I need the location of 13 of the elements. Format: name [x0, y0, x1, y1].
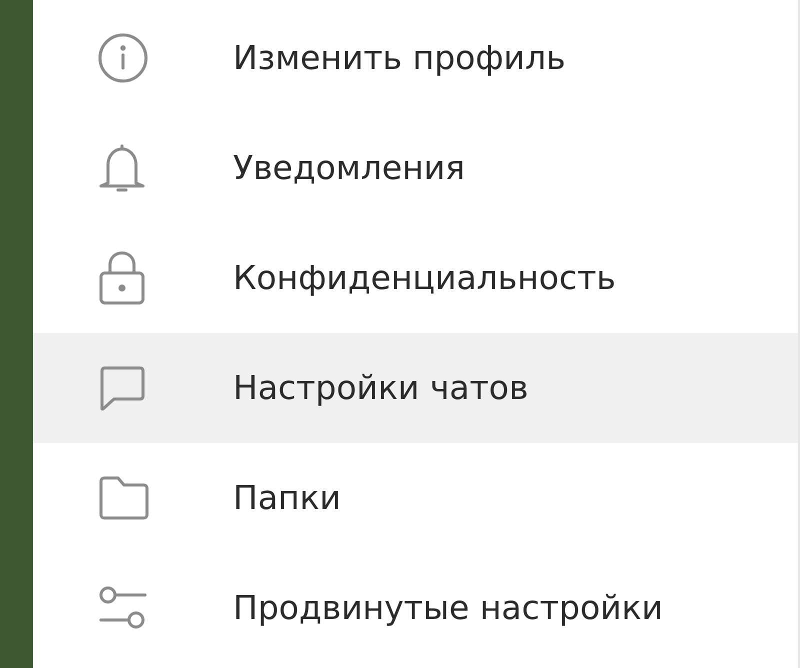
menu-item-label: Уведомления [233, 147, 466, 190]
padlock-icon [98, 251, 146, 305]
chat-bubble-icon [98, 365, 146, 411]
folder-icon [98, 475, 150, 521]
menu-item[interactable]: Настройки чатов [33, 333, 798, 443]
info-icon [98, 33, 148, 83]
sliders-icon [98, 585, 148, 631]
bell-icon [98, 143, 146, 193]
menu-item-label: Изменить профиль [233, 37, 566, 80]
menu-item-label: Настройки чатов [233, 367, 528, 410]
menu-item-label: Конфиденциальность [233, 257, 616, 300]
menu-item-label: Папки [233, 477, 341, 520]
menu-item-label: Продвинутые настройки [233, 587, 663, 630]
